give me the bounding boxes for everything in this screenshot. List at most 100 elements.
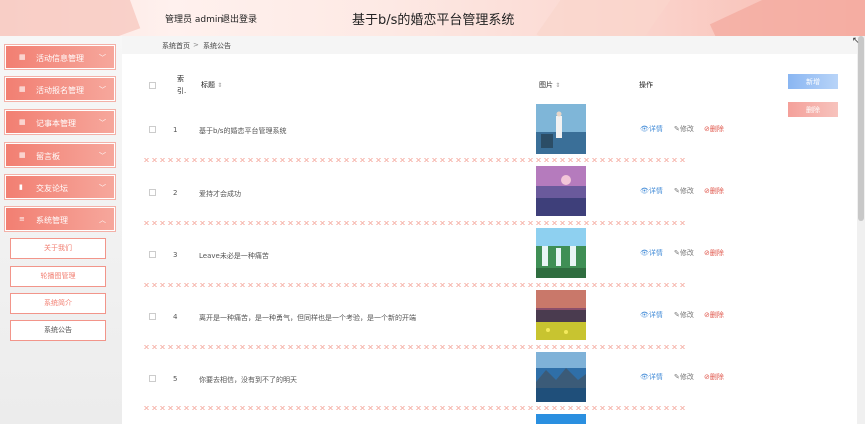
- edit-link[interactable]: ✎修改: [674, 310, 694, 320]
- row-index: 3: [173, 251, 178, 259]
- view-link[interactable]: 👁详情: [640, 310, 663, 320]
- list-icon: ≡: [19, 215, 25, 223]
- eye-icon: 👁: [640, 311, 649, 319]
- row-index: 2: [173, 189, 178, 197]
- eye-icon: 👁: [640, 249, 649, 257]
- logout-link[interactable]: 退出登录: [221, 12, 257, 25]
- sidebar: ▦ 活动信息管理 ﹀ ▦ 活动报名管理 ﹀ ▦ 记事本管理 ﹀ ▦ 留言板 ﹀ …: [0, 36, 122, 424]
- header-decoration: [536, 0, 674, 36]
- row-checkbox[interactable]: [149, 313, 156, 320]
- delete-link[interactable]: ⊘删除: [704, 186, 724, 196]
- header-image[interactable]: 图片 ⇕: [539, 80, 560, 90]
- header-actions: 操作: [639, 81, 653, 89]
- sidebar-item-activity-signup[interactable]: ▦ 活动报名管理 ﹀: [5, 77, 115, 101]
- mouse-cursor-icon: ↖: [852, 36, 860, 46]
- eye-icon: 👁: [640, 187, 649, 195]
- chevron-down-icon: ﹀: [99, 184, 106, 192]
- edit-link[interactable]: ✎修改: [674, 372, 694, 382]
- row-image: [536, 290, 586, 340]
- submenu-about-us[interactable]: 关于我们: [10, 238, 106, 259]
- row-image: [536, 414, 586, 424]
- row-title: 你要去相信，没有到不了的明天: [199, 376, 297, 384]
- select-all-checkbox[interactable]: [149, 82, 156, 89]
- main-content: 系统首页 > 系统公告 索 引. 标题 ⇕ 图片 ⇕ 操作 1 基于b/s的婚恋…: [122, 36, 857, 424]
- grid-icon: ▦: [19, 53, 26, 61]
- header-decoration: [709, 0, 865, 36]
- header-index-line1: 索: [177, 75, 184, 83]
- view-link[interactable]: 👁详情: [640, 372, 663, 382]
- row-divider: [142, 406, 687, 410]
- header-index-line2: 引.: [177, 87, 187, 95]
- sort-icon: ⇕: [217, 82, 223, 89]
- view-link[interactable]: 👁详情: [640, 186, 663, 196]
- chevron-down-icon: ﹀: [99, 54, 106, 62]
- row-divider: [142, 158, 687, 162]
- delete-link[interactable]: ⊘删除: [704, 372, 724, 382]
- eye-icon: 👁: [640, 125, 649, 133]
- sidebar-item-notebook[interactable]: ▦ 记事本管理 ﹀: [5, 110, 115, 134]
- row-image: [536, 352, 586, 402]
- row-title: 离开是一种痛苦，是一种勇气，但同样也是一个考验，是一个新的开端: [199, 314, 416, 322]
- delete-link[interactable]: ⊘删除: [704, 248, 724, 258]
- header-title[interactable]: 标题 ⇕: [201, 80, 222, 90]
- breadcrumb-separator: >: [193, 41, 199, 49]
- chevron-down-icon: ﹀: [99, 119, 106, 127]
- row-image: [536, 104, 586, 154]
- row-index: 5: [173, 375, 178, 383]
- admin-label: 管理员 admin: [165, 15, 224, 25]
- row-image: [536, 166, 586, 216]
- row-title: 基于b/s的婚恋平台管理系统: [199, 127, 287, 135]
- header-decoration: [0, 0, 141, 36]
- sidebar-item-label: 活动报名管理: [36, 86, 84, 95]
- bar-chart-icon: ▮: [19, 183, 23, 191]
- row-checkbox[interactable]: [149, 251, 156, 258]
- grid-icon: ▦: [19, 151, 26, 159]
- edit-link[interactable]: ✎修改: [674, 186, 694, 196]
- top-header: 管理员 admin 退出登录 基于b/s的婚恋平台管理系统: [0, 0, 865, 36]
- grid-icon: ▦: [19, 118, 26, 126]
- vertical-scrollbar[interactable]: [857, 36, 865, 424]
- batch-delete-button[interactable]: 删除: [788, 102, 838, 117]
- breadcrumb: 系统首页 > 系统公告: [122, 36, 857, 54]
- sidebar-item-label: 系统管理: [36, 216, 68, 225]
- edit-link[interactable]: ✎修改: [674, 124, 694, 134]
- grid-icon: ▦: [19, 85, 26, 93]
- add-button[interactable]: 新增: [788, 74, 838, 89]
- submenu-intro[interactable]: 系统简介: [10, 293, 106, 314]
- view-link[interactable]: 👁详情: [640, 124, 663, 134]
- view-link[interactable]: 👁详情: [640, 248, 663, 258]
- breadcrumb-home[interactable]: 系统首页: [162, 41, 190, 51]
- row-divider: [142, 345, 687, 349]
- sidebar-item-label: 交友论坛: [36, 184, 68, 193]
- row-index: 1: [173, 126, 178, 134]
- row-checkbox[interactable]: [149, 375, 156, 382]
- sidebar-item-label: 记事本管理: [36, 119, 76, 128]
- row-title: Leave未必是一种痛苦: [199, 252, 269, 260]
- sort-icon: ⇕: [555, 82, 561, 89]
- submenu-carousel[interactable]: 轮播图管理: [10, 266, 106, 287]
- row-image: [536, 228, 586, 278]
- scrollbar-thumb[interactable]: [858, 36, 864, 221]
- row-divider: [142, 221, 687, 225]
- chevron-up-icon: ︿: [99, 216, 106, 224]
- row-checkbox[interactable]: [149, 126, 156, 133]
- page-title: 基于b/s的婚恋平台管理系统: [352, 13, 515, 28]
- delete-link[interactable]: ⊘删除: [704, 310, 724, 320]
- row-divider: [142, 283, 687, 287]
- delete-link[interactable]: ⊘删除: [704, 124, 724, 134]
- breadcrumb-current: 系统公告: [203, 42, 231, 50]
- row-checkbox[interactable]: [149, 189, 156, 196]
- sidebar-item-activity-info[interactable]: ▦ 活动信息管理 ﹀: [5, 45, 115, 69]
- row-index: 4: [173, 313, 178, 321]
- sidebar-item-forum[interactable]: ▮ 交友论坛 ﹀: [5, 175, 115, 199]
- sidebar-item-message-board[interactable]: ▦ 留言板 ﹀: [5, 143, 115, 167]
- row-title: 爱持才会成功: [199, 190, 241, 198]
- submenu-announcement[interactable]: 系统公告: [10, 320, 106, 341]
- chevron-down-icon: ﹀: [99, 152, 106, 160]
- edit-link[interactable]: ✎修改: [674, 248, 694, 258]
- chevron-down-icon: ﹀: [99, 86, 106, 94]
- sidebar-item-system[interactable]: ≡ 系统管理 ︿: [5, 207, 115, 231]
- sidebar-item-label: 留言板: [36, 152, 60, 161]
- sidebar-item-label: 活动信息管理: [36, 54, 84, 63]
- eye-icon: 👁: [640, 373, 649, 381]
